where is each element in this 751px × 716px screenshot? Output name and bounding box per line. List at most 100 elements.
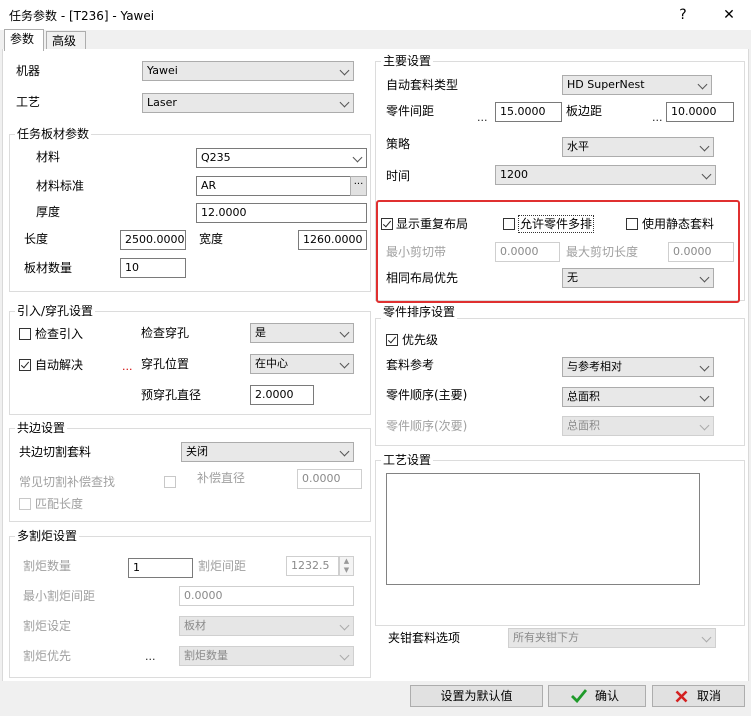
ok-button[interactable]: 确认	[548, 685, 646, 707]
torch-setting-select[interactable]: 板材	[179, 616, 354, 636]
chevron-down-icon	[339, 650, 350, 661]
comp-diameter-field[interactable]: 0.0000	[297, 469, 362, 489]
auto-solve-label: 自动解决	[35, 358, 84, 372]
leadin-group-title: 引入/穿孔设置	[15, 304, 96, 318]
cancel-button[interactable]: 取消	[652, 685, 745, 707]
part-gap-options-button[interactable]: ...	[477, 111, 488, 124]
strategy-label: 策略	[386, 137, 411, 151]
check-pierce-select[interactable]: 是	[250, 323, 354, 343]
torch-count-field[interactable]: 1	[128, 558, 193, 578]
common-edge-group-title: 共边设置	[15, 421, 68, 435]
torch-setting-label: 割炬设定	[23, 619, 72, 633]
clamp-option-label: 夹钳套料选项	[388, 631, 461, 645]
process-select[interactable]: Laser	[142, 93, 354, 113]
order-sub-label: 零件顺序(次要)	[386, 419, 468, 433]
match-length-checkbox[interactable]	[19, 498, 31, 510]
common-cut-label: 共边切割套料	[19, 445, 92, 459]
edge-gap-field[interactable]: 10.0000	[666, 102, 734, 122]
sheet-group-title: 任务板材参数	[15, 127, 92, 141]
part-gap-field[interactable]: 15.0000	[495, 102, 562, 122]
part-sort-title: 零件排序设置	[381, 305, 458, 319]
chevron-down-icon	[339, 327, 350, 338]
thickness-field[interactable]: 12.0000	[196, 203, 367, 223]
chevron-down-icon	[699, 361, 710, 372]
comp-search-label: 常见切割补偿查找	[19, 475, 116, 489]
help-button[interactable]: ?	[668, 4, 698, 26]
edge-gap-options-button[interactable]: ...	[652, 111, 663, 124]
pierce-position-select[interactable]: 在中心	[250, 354, 354, 374]
multi-torch-group-title: 多割炬设置	[15, 529, 80, 543]
set-default-button[interactable]: 设置为默认值	[410, 685, 543, 707]
torch-spacing-spinner[interactable]: ▲ ▼	[339, 556, 354, 576]
check-leadin-label: 检查引入	[35, 327, 84, 341]
common-cut-select[interactable]: 关闭	[181, 442, 354, 462]
tab-advanced[interactable]: 高级	[46, 31, 86, 50]
auto-solve-checkbox[interactable]	[19, 359, 31, 371]
clamp-option-select[interactable]: 所有夹钳下方	[508, 628, 716, 648]
nest-ref-select[interactable]: 与参考相对	[562, 357, 714, 377]
order-main-label: 零件顺序(主要)	[386, 388, 468, 402]
standard-field[interactable]: AR	[196, 176, 351, 196]
width-label: 宽度	[199, 232, 224, 246]
chevron-down-icon	[339, 358, 350, 369]
torch-spacing-field[interactable]: 1232.5	[286, 556, 339, 576]
order-sub-select[interactable]: 总面积	[562, 416, 714, 436]
process-settings-title: 工艺设置	[381, 453, 434, 467]
standard-label: 材料标准	[36, 179, 85, 193]
auto-solve-options-button[interactable]: ...	[122, 360, 133, 373]
chevron-down-icon	[701, 169, 712, 180]
chevron-down-icon	[352, 152, 363, 163]
machine-select[interactable]: Yawei	[142, 61, 354, 81]
comp-search-checkbox[interactable]	[164, 476, 176, 488]
material-label: 材料	[36, 150, 61, 164]
chevron-down-icon	[339, 97, 350, 108]
chevron-down-icon	[339, 446, 350, 457]
highlight-box	[376, 200, 740, 303]
machine-label: 机器	[16, 64, 41, 78]
length-field[interactable]: 2500.0000	[120, 230, 186, 250]
nest-ref-label: 套料参考	[386, 358, 435, 372]
torch-priority-options-button[interactable]: ...	[145, 650, 156, 663]
main-settings-title: 主要设置	[381, 54, 434, 68]
pierce-position-label: 穿孔位置	[141, 357, 190, 371]
pre-pierce-label: 预穿孔直径	[141, 388, 202, 402]
min-torch-spacing-label: 最小割炬间距	[23, 589, 96, 603]
width-field[interactable]: 1260.0000	[298, 230, 367, 250]
edge-gap-label: 板边距	[566, 104, 603, 118]
sheet-count-field[interactable]: 10	[120, 258, 186, 278]
chevron-down-icon	[697, 79, 708, 90]
process-settings-list[interactable]	[386, 473, 700, 585]
sheet-count-label: 板材数量	[24, 261, 73, 275]
chevron-down-icon	[699, 391, 710, 402]
comp-diameter-label: 补偿直径	[197, 471, 246, 485]
length-label: 长度	[24, 232, 49, 246]
time-label: 时间	[386, 169, 411, 183]
time-select[interactable]: 1200	[495, 165, 716, 185]
thickness-label: 厚度	[36, 205, 61, 219]
match-length-label: 匹配长度	[35, 497, 84, 511]
window-title: 任务参数 - [T236] - Yawei	[9, 9, 155, 23]
check-icon	[571, 689, 587, 703]
chevron-down-icon	[699, 141, 710, 152]
priority-checkbox[interactable]	[386, 334, 398, 346]
auto-nest-type-select[interactable]: HD SuperNest	[562, 75, 712, 95]
pre-pierce-field[interactable]: 2.0000	[250, 385, 314, 405]
min-torch-spacing-field[interactable]: 0.0000	[179, 586, 354, 606]
order-main-select[interactable]: 总面积	[562, 387, 714, 407]
part-gap-label: 零件间距	[386, 104, 435, 118]
torch-spacing-label: 割炬间距	[198, 559, 247, 573]
torch-count-label: 割炬数量	[23, 559, 72, 573]
tab-params[interactable]: 参数	[4, 29, 44, 51]
chevron-down-icon	[339, 620, 350, 631]
close-button[interactable]: ✕	[714, 4, 744, 26]
standard-browse-button[interactable]: ···	[350, 176, 367, 196]
check-pierce-label: 检查穿孔	[141, 326, 190, 340]
chevron-down-icon	[701, 632, 712, 643]
priority-label: 优先级	[402, 333, 439, 347]
strategy-select[interactable]: 水平	[562, 137, 714, 157]
material-select[interactable]: Q235	[196, 148, 367, 168]
chevron-down-icon	[699, 420, 710, 431]
check-leadin-checkbox[interactable]	[19, 328, 31, 340]
process-label: 工艺	[16, 95, 41, 109]
torch-priority-select[interactable]: 割炬数量	[179, 646, 354, 666]
